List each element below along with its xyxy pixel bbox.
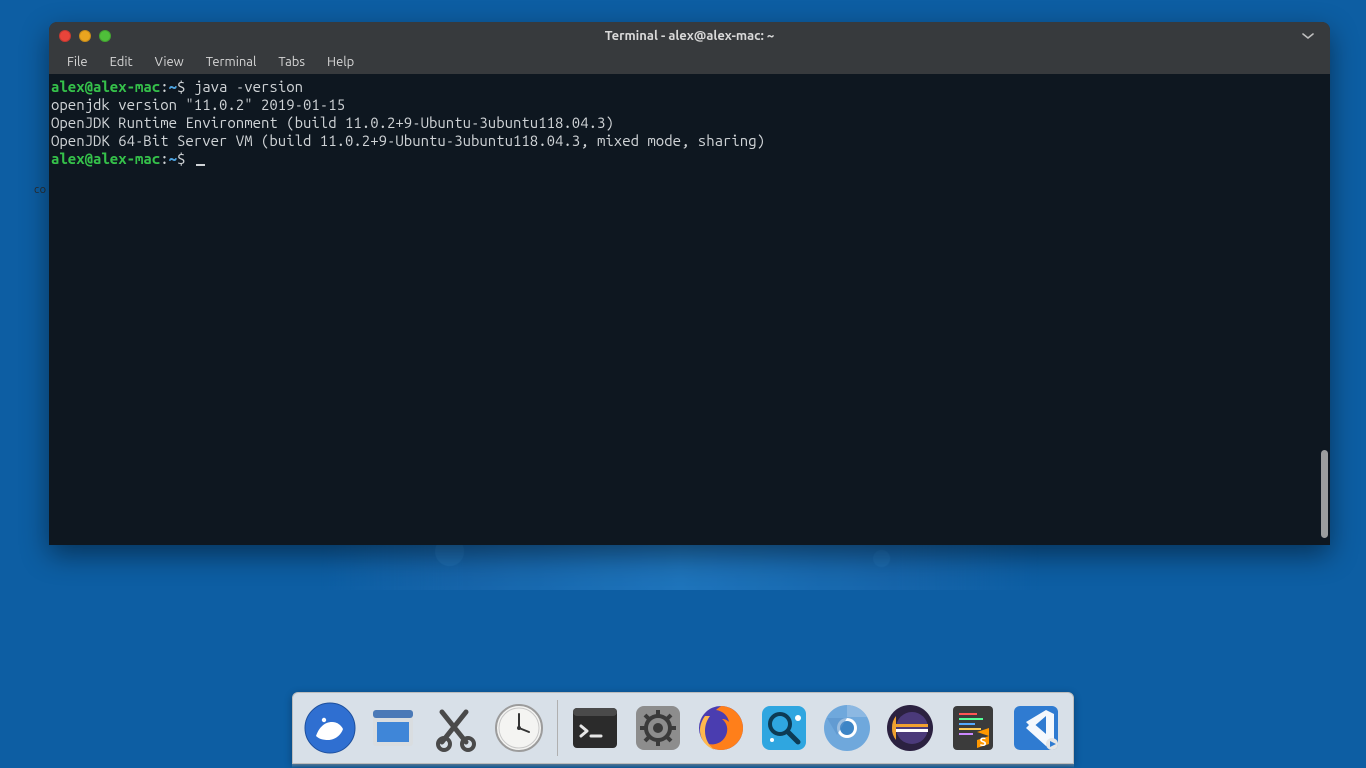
chevron-down-icon [1302,32,1314,40]
menu-edit[interactable]: Edit [102,53,141,71]
scrollbar-thumb[interactable] [1321,450,1328,538]
prompt-sep: : [160,78,168,95]
terminal-output-line: OpenJDK 64-Bit Server VM (build 11.0.2+9… [51,132,1328,150]
terminal-window: Terminal - alex@alex-mac: ~ File Edit Vi… [49,22,1330,545]
file-manager-icon [367,702,419,754]
menu-tabs[interactable]: Tabs [270,53,313,71]
sublime-icon: S [947,702,999,754]
prompt-path: ~ [169,78,177,95]
prompt-sigil: $ [177,78,194,95]
prompt-user: alex@alex-mac [51,78,160,95]
menu-file[interactable]: File [59,53,96,71]
clock-icon [493,702,545,754]
window-titlebar[interactable]: Terminal - alex@alex-mac: ~ [49,22,1330,50]
dock-clock[interactable] [492,699,547,757]
command-input: java -version [194,78,303,95]
window-title: Terminal - alex@alex-mac: ~ [49,29,1330,43]
dock-chromium[interactable] [819,699,874,757]
terminal-viewport[interactable]: alex@alex-mac:~$ java -version openjdk v… [49,74,1330,545]
terminal-output-line: openjdk version "11.0.2" 2019-01-15 [51,96,1328,114]
dock-file-manager[interactable] [366,699,421,757]
dock-xubuntu-menu[interactable] [303,699,358,757]
dock-eclipse[interactable] [882,699,937,757]
prompt-path: ~ [169,150,177,167]
chromium-icon [821,702,873,754]
gear-icon [632,702,684,754]
xubuntu-icon [304,702,356,754]
svg-text:S: S [979,736,986,749]
menubar: File Edit View Terminal Tabs Help [49,50,1330,74]
dock-separator [557,700,558,756]
terminal-line: alex@alex-mac:~$ java -version [51,78,1328,96]
dock-settings[interactable] [631,699,686,757]
window-menu-button[interactable] [1296,28,1320,44]
eclipse-icon [884,702,936,754]
desktop-partial-text: co [34,184,47,196]
dock: S [292,692,1074,764]
scissors-icon [430,702,482,754]
prompt-sigil: $ [177,150,194,167]
dock-firefox[interactable] [693,699,748,757]
dock-gnome-web[interactable] [756,699,811,757]
prompt-user: alex@alex-mac [51,150,160,167]
dock-reflection [292,764,1074,768]
terminal-icon [569,702,621,754]
dock-sublime[interactable]: S [945,699,1000,757]
firefox-icon [695,702,747,754]
terminal-line: alex@alex-mac:~$ [51,150,1328,168]
terminal-output-line: OpenJDK Runtime Environment (build 11.0.… [51,114,1328,132]
dock-terminal[interactable] [568,699,623,757]
dock-scissors[interactable] [429,699,484,757]
menu-terminal[interactable]: Terminal [198,53,265,71]
vscode-icon [1010,702,1062,754]
text-cursor [196,164,205,166]
globe-search-icon [758,702,810,754]
prompt-sep: : [160,150,168,167]
dock-vscode[interactable] [1008,699,1063,757]
menu-view[interactable]: View [147,53,192,71]
menu-help[interactable]: Help [319,53,362,71]
